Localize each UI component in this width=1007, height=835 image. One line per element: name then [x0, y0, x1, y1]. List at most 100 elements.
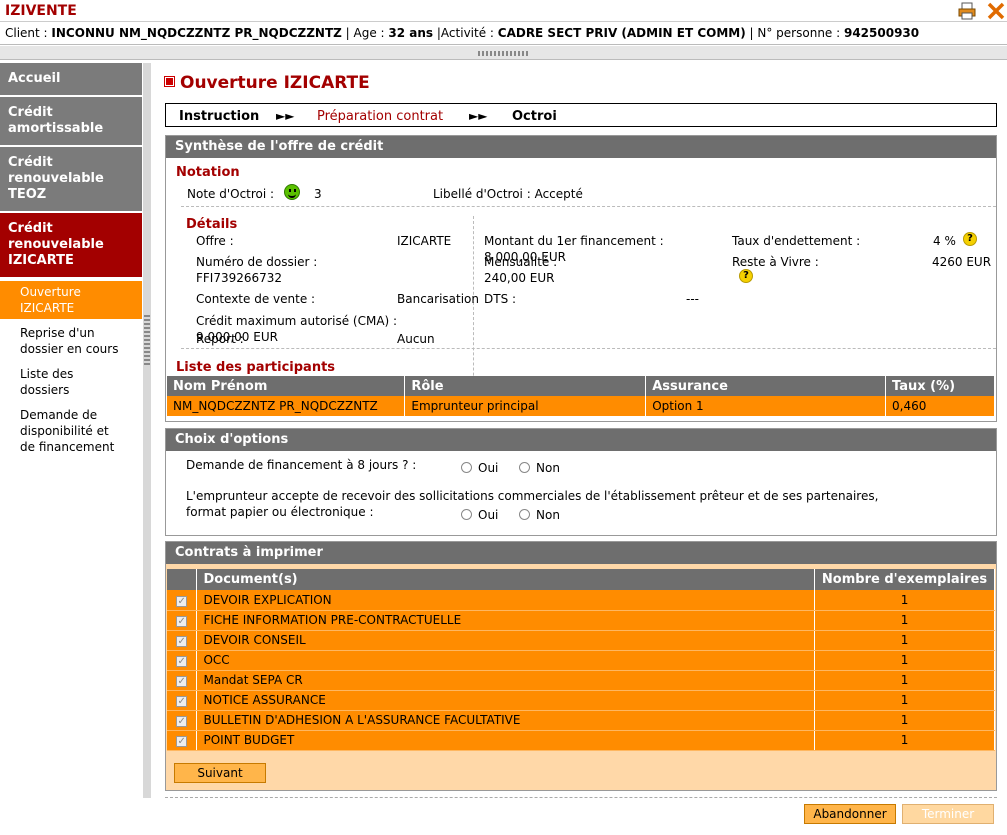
- radio-icon[interactable]: [519, 462, 530, 473]
- sidebar-collapse-icon[interactable]: [144, 315, 150, 365]
- sidebar-subitem-demande-disponibilite[interactable]: Demande de disponibilité et de financeme…: [0, 404, 142, 458]
- activity-value: CADRE SECT PRIV (ADMIN ET COMM): [497, 26, 746, 40]
- table-row[interactable]: ✓ NOTICE ASSURANCE 1: [167, 690, 995, 711]
- age-value: 32 ans: [388, 26, 434, 40]
- splitter-grip-icon[interactable]: [478, 51, 528, 56]
- app-title: IZIVENTE: [5, 3, 77, 19]
- cma-label: Crédit maximum autorisé (CMA) :: [196, 314, 398, 328]
- taux-value: 4 %: [933, 234, 956, 248]
- sidebar-item-credit-amortissable[interactable]: Crédit amortissable: [0, 97, 142, 147]
- contrats-panel-title: Contrats à imprimer: [166, 542, 996, 564]
- checkbox-icon[interactable]: ✓: [176, 656, 188, 667]
- table-row[interactable]: ✓ BULLETIN D'ADHESION A L'ASSURANCE FACUL…: [167, 710, 995, 731]
- q1-non-radio[interactable]: Non: [519, 461, 560, 475]
- dts-label: DTS :: [484, 292, 517, 306]
- client-name: INCONNU NM_NQDCZZNTZ PR_NQDCZZNTZ: [51, 26, 342, 40]
- note-value: 3: [314, 187, 322, 201]
- reste-label: Reste à Vivre :: [732, 255, 819, 269]
- sidebar-subitem-ouverture-izicarte[interactable]: Ouverture IZICARTE: [0, 281, 142, 319]
- person-value: 942500930: [843, 26, 920, 40]
- mensualite-value: 240,00 EUR: [484, 271, 555, 285]
- row-checkbox[interactable]: ✓: [167, 730, 198, 751]
- document-name: NOTICE ASSURANCE: [196, 690, 816, 711]
- sidebar-subitem-liste-dossiers[interactable]: Liste des dossiers: [0, 363, 142, 401]
- row-checkbox[interactable]: ✓: [167, 690, 198, 711]
- contexte-value: Bancarisation: [397, 292, 480, 306]
- table-row[interactable]: ✓ POINT BUDGET 1: [167, 730, 995, 751]
- checkbox-icon[interactable]: ✓: [176, 716, 188, 727]
- client-info-bar: Client : INCONNU NM_NQDCZZNTZ PR_NQDCZZN…: [0, 23, 1007, 45]
- mensualite-label: Mensualité :: [484, 255, 558, 269]
- header-splitter[interactable]: [0, 46, 1007, 60]
- sidebar-item-credit-renouvelable-teoz[interactable]: Crédit renouvelable TEOZ: [0, 147, 142, 213]
- row-checkbox[interactable]: ✓: [167, 670, 198, 691]
- print-icon[interactable]: [958, 2, 976, 20]
- divider: [181, 206, 996, 207]
- participants-table: Nom Prénom Rôle Assurance Taux (%) NM_NQ…: [167, 376, 995, 416]
- select-column-header: [167, 569, 198, 590]
- checkbox-icon[interactable]: ✓: [176, 636, 188, 647]
- table-row[interactable]: ✓ FICHE INFORMATION PRE-CONTRACTUELLE 1: [167, 610, 995, 631]
- document-copies: 1: [814, 630, 995, 651]
- column-header[interactable]: Assurance: [645, 376, 887, 396]
- taux-label: Taux d'endettement :: [732, 234, 861, 248]
- column-header[interactable]: Nom Prénom: [167, 376, 406, 396]
- abandonner-button[interactable]: Abandonner: [804, 804, 896, 824]
- radio-icon[interactable]: [461, 462, 472, 473]
- q2-oui-radio[interactable]: Oui: [461, 508, 498, 522]
- document-name: DEVOIR CONSEIL: [196, 630, 816, 651]
- terminer-button[interactable]: Terminer: [902, 804, 994, 824]
- table-row[interactable]: ✓ Mandat SEPA CR 1: [167, 670, 995, 691]
- checkbox-icon[interactable]: ✓: [176, 616, 188, 627]
- wizard-steps: Instruction ►► Préparation contrat ►► Oc…: [165, 103, 997, 127]
- checkbox-icon[interactable]: ✓: [176, 676, 188, 687]
- column-header[interactable]: Document(s): [196, 569, 816, 590]
- sidebar-item-credit-renouvelable-izicarte[interactable]: Crédit renouvelable IZICARTE: [0, 213, 142, 279]
- suivant-button[interactable]: Suivant: [174, 763, 266, 783]
- document-copies: 1: [814, 670, 995, 691]
- row-checkbox[interactable]: ✓: [167, 630, 198, 651]
- radio-icon[interactable]: [461, 509, 472, 520]
- participant-insurance: Option 1: [645, 396, 887, 416]
- checkbox-icon[interactable]: ✓: [176, 595, 188, 607]
- sidebar-item-accueil[interactable]: Accueil: [0, 63, 142, 97]
- table-row[interactable]: NM_NQDCZZNTZ PR_NQDCZZNTZ Emprunteur pri…: [167, 396, 995, 416]
- column-header[interactable]: Nombre d'exemplaires: [814, 569, 995, 590]
- q1-oui-radio[interactable]: Oui: [461, 461, 498, 475]
- row-checkbox[interactable]: ✓: [167, 710, 198, 731]
- step-octroi: Octroi: [512, 109, 557, 124]
- table-row[interactable]: ✓ DEVOIR EXPLICATION 1: [167, 590, 995, 611]
- help-icon[interactable]: ?: [963, 232, 977, 246]
- table-row[interactable]: ✓ OCC 1: [167, 650, 995, 671]
- table-row[interactable]: ✓ DEVOIR CONSEIL 1: [167, 630, 995, 651]
- checkbox-icon[interactable]: ✓: [176, 736, 188, 747]
- row-checkbox[interactable]: ✓: [167, 650, 198, 671]
- divider: [181, 348, 996, 349]
- person-label: | N° personne :: [745, 26, 844, 40]
- montant-label: Montant du 1er financement :: [484, 234, 664, 248]
- document-name: OCC: [196, 650, 816, 671]
- q2-non-radio[interactable]: Non: [519, 508, 560, 522]
- options-panel: Choix d'options Demande de financement à…: [165, 428, 997, 536]
- notation-title: Notation: [176, 165, 240, 180]
- sidebar-splitter[interactable]: [143, 63, 151, 798]
- sidebar-subitem-reprise-dossier[interactable]: Reprise d'un dossier en cours: [0, 322, 142, 360]
- report-value: Aucun: [397, 332, 435, 346]
- row-checkbox[interactable]: ✓: [167, 590, 198, 611]
- age-label: | Age :: [341, 26, 389, 40]
- note-label: Note d'Octroi :: [187, 187, 275, 201]
- checkbox-icon[interactable]: ✓: [176, 696, 188, 707]
- column-header[interactable]: Taux (%): [885, 376, 995, 396]
- close-icon[interactable]: [987, 2, 1005, 20]
- participant-rate: 0,460: [885, 396, 995, 416]
- client-label: Client :: [5, 26, 52, 40]
- help-icon[interactable]: ?: [739, 269, 753, 283]
- radio-icon[interactable]: [519, 509, 530, 520]
- column-header[interactable]: Rôle: [404, 376, 647, 396]
- option-q2-label-2: format papier ou électronique :: [186, 505, 374, 519]
- document-copies: 1: [814, 590, 995, 611]
- dts-value: ---: [686, 292, 699, 306]
- document-name: DEVOIR EXPLICATION: [196, 590, 816, 611]
- offre-label: Offre :: [196, 234, 234, 248]
- row-checkbox[interactable]: ✓: [167, 610, 198, 631]
